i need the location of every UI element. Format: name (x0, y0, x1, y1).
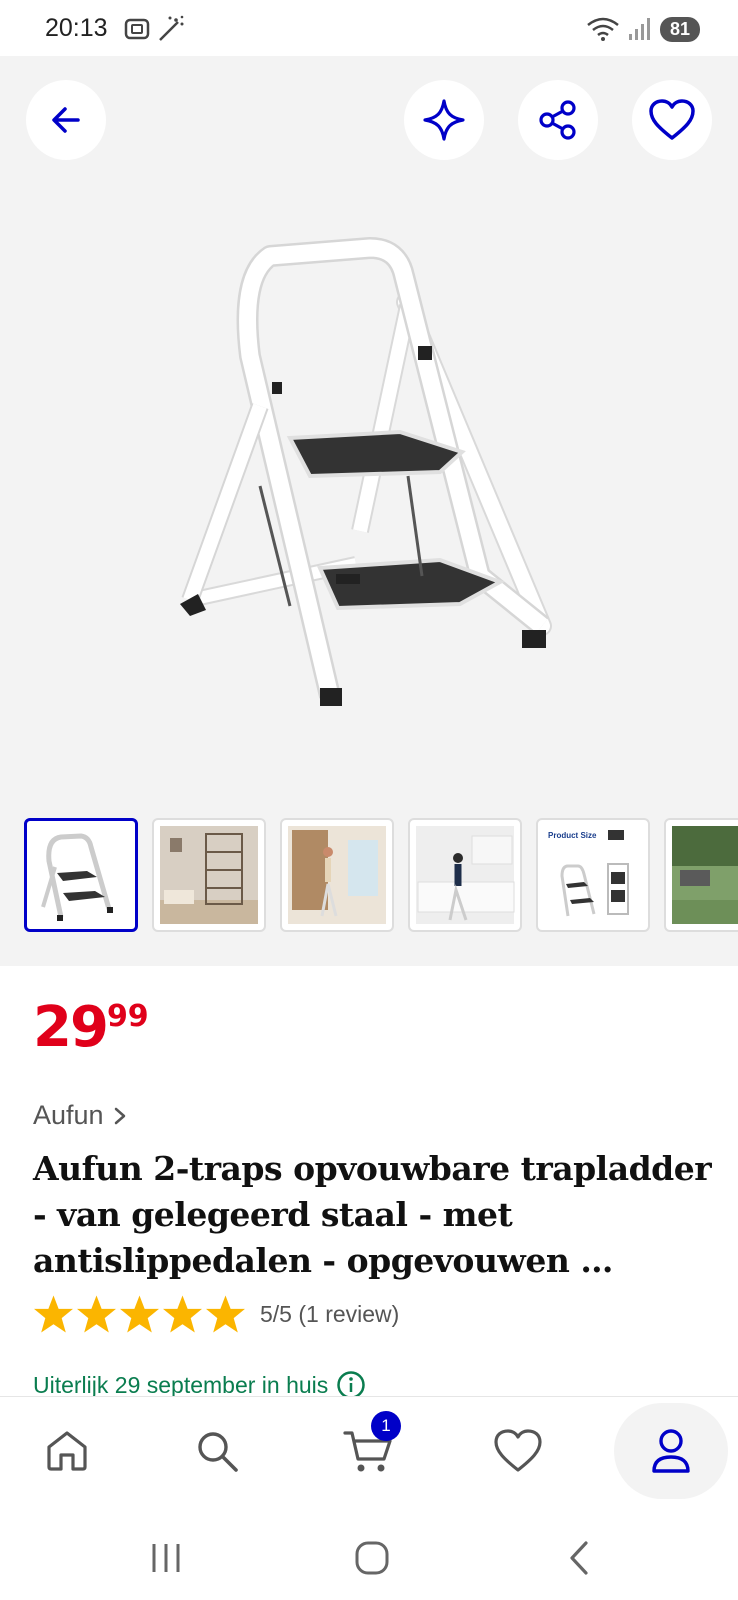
product-price: 29 99 (33, 1000, 149, 1056)
arrow-left-icon (52, 107, 80, 133)
thumbnail-6[interactable] (664, 818, 738, 932)
home-icon (47, 1431, 87, 1471)
home-system-button[interactable] (332, 1534, 412, 1582)
thumbnail-caption: Product Size (548, 831, 597, 840)
status-time: 20:13 (45, 14, 108, 42)
search-icon (198, 1432, 238, 1472)
share-icon (539, 100, 576, 140)
brand-name: Aufun (33, 1100, 104, 1130)
product-image-ladder[interactable] (160, 176, 580, 736)
screenshot-icon (124, 15, 184, 41)
nav-search[interactable] (162, 1403, 272, 1499)
signal-icon (628, 18, 650, 40)
wifi-icon (587, 17, 619, 41)
battery-level: 81 (659, 16, 700, 42)
back-system-icon (570, 1541, 588, 1575)
star-icon (206, 1295, 245, 1333)
status-bar: 20:13 81 (0, 0, 738, 56)
thumbnail-image: Product Size (544, 826, 642, 924)
account-icon (652, 1429, 690, 1473)
thumbnail-image (160, 826, 258, 924)
home-system-icon (355, 1541, 389, 1575)
star-icon (163, 1295, 202, 1333)
heart-icon (649, 99, 695, 140)
thumbnail-3[interactable] (280, 818, 394, 932)
system-navigation-bar (0, 1516, 738, 1600)
status-system-icons: 81 (586, 14, 700, 44)
thumbnail-image (672, 826, 738, 924)
thumbnail-2[interactable] (152, 818, 266, 932)
ai-assistant-button[interactable] (404, 80, 484, 160)
sparkle-icon (423, 99, 465, 141)
nav-account[interactable] (614, 1403, 728, 1499)
star-icon (77, 1295, 116, 1333)
price-fraction: 99 (106, 999, 149, 1034)
share-button[interactable] (518, 80, 598, 160)
price-whole: 29 (33, 995, 109, 1060)
thumbnail-strip[interactable]: Product Size (24, 818, 738, 934)
thumbnail-5[interactable]: Product Size (536, 818, 650, 932)
back-system-button[interactable] (540, 1534, 620, 1582)
status-notification-icons (124, 14, 186, 44)
nav-cart[interactable] (313, 1403, 423, 1499)
favorite-button[interactable] (632, 80, 712, 160)
product-image-gallery: Product Size (0, 56, 738, 966)
recent-apps-button[interactable] (126, 1534, 206, 1582)
star-icon (34, 1295, 73, 1333)
thumbnail-image (288, 826, 386, 924)
bottom-navigation: 1 (0, 1396, 738, 1516)
heart-icon (494, 1429, 542, 1472)
thumbnail-image (41, 833, 113, 921)
nav-home[interactable] (12, 1403, 122, 1499)
rating-text: 5/5 (1 review) (260, 1300, 400, 1327)
nav-favorites[interactable] (463, 1403, 573, 1499)
chevron-right-icon (114, 1107, 125, 1124)
back-button[interactable] (26, 80, 106, 160)
cart-badge: 1 (371, 1411, 401, 1441)
thumbnail-4[interactable] (408, 818, 522, 932)
thumbnail-image (416, 826, 515, 924)
star-icon (120, 1295, 159, 1333)
recent-apps-icon (152, 1544, 180, 1572)
product-title: Aufun 2-traps opvouwbare trapladder - va… (33, 1149, 712, 1280)
delivery-text: Uiterlijk 29 september in huis (33, 1371, 329, 1398)
rating[interactable]: 5/5 (1 review) (33, 1294, 399, 1334)
brand-link[interactable]: Aufun (33, 1100, 128, 1131)
thumbnail-1[interactable] (24, 818, 138, 932)
